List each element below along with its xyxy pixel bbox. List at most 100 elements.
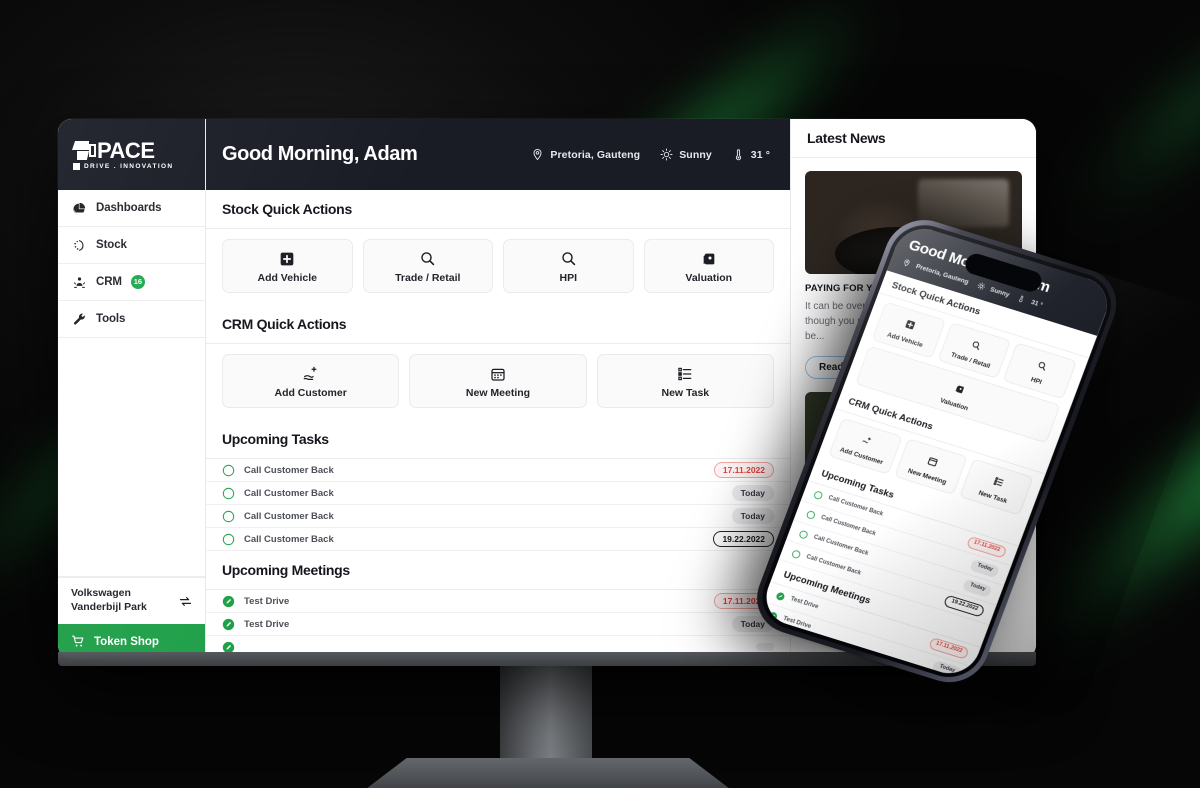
phone-quick-action-label: New Task [977,489,1009,506]
quick-action-label: New Task [661,387,710,399]
add-customer-button[interactable]: Add Customer [222,354,400,408]
crm-badge-count: 16 [130,275,145,289]
meeting-row[interactable]: Test Drive Today [206,613,790,636]
phone-quick-action-label: New Meeting [906,467,948,487]
calendar-icon [414,364,581,383]
dealer-name-line1: Volkswagen [71,587,131,600]
meeting-edit-icon [222,618,235,630]
task-due-badge: 17.11.2022 [713,461,774,479]
monitor-stand-base [362,758,734,788]
sidebar-item-label: Tools [96,313,126,325]
upcoming-meetings-title: Upcoming Meetings [206,551,790,590]
phone-quick-action-label: Add Vehicle [885,331,924,350]
location-chip[interactable]: Pretoria, Gauteng [531,148,640,161]
meeting-edit-icon [769,611,778,620]
weather-location: Pretoria, Gauteng [550,148,641,161]
new-task-button[interactable]: New Task [596,354,774,408]
new-meeting-button[interactable]: New Meeting [409,354,587,408]
task-circle-icon [814,490,823,499]
main-content: Good Morning, Adam Pretoria, Gauteng Sun… [206,119,791,659]
task-title: Call Customer Back [244,464,334,476]
task-list-icon [602,364,769,383]
sun-icon [660,148,673,161]
pace-logo-icon [72,141,96,160]
stock-quick-actions-row: Add Vehicle Trade / Retail HPI Valuation [206,229,790,305]
task-title: Call Customer Back [244,533,334,545]
task-circle-icon [222,487,235,499]
task-circle-icon [799,530,808,539]
sidebar-item-crm[interactable]: CRM 16 [58,264,205,301]
task-circle-icon [806,510,816,519]
page-title: Good Morning, Adam [222,143,418,165]
task-title: Call Customer Back [244,487,334,499]
calendar-icon [927,457,938,467]
weather-widget: Pretoria, Gauteng Sunny 31 ° [531,148,770,161]
meeting-edit-icon [222,595,235,607]
meeting-due-badge [756,643,774,651]
sidebar-spacer [58,338,205,578]
task-row[interactable]: Call Customer Back Today [206,482,790,505]
meeting-edit-icon [776,592,785,600]
crm-icon [74,276,85,288]
scene-background: PACE DRIVE . INNOVATION Dashboards Stock… [0,0,1200,788]
task-due-badge: 19.22.2022 [713,530,774,548]
swap-icon [179,596,192,606]
meeting-row[interactable]: Test Drive 17.11.2022 [206,590,790,613]
sidebar-item-dashboards[interactable]: Dashboards [58,190,205,227]
phone-quick-action-label: Trade / Retail [949,351,992,371]
upcoming-tasks-title: Upcoming Tasks [206,420,790,459]
task-row[interactable]: Call Customer Back 17.11.2022 [206,459,790,482]
weather-temperature: 31 ° [750,148,770,161]
task-row[interactable]: Call Customer Back Today [206,505,790,528]
task-row[interactable]: Call Customer Back 19.22.2022 [206,528,790,551]
quick-action-label: HPI [559,272,577,284]
search-icon [972,341,980,351]
logo-square-icon [73,162,80,170]
task-circle-icon [222,464,235,476]
phone-temperature-chip: 31 ° [1017,294,1044,309]
condition-chip: Sunny [660,148,712,161]
quick-action-label: New Meeting [465,387,531,399]
stock-icon [74,239,84,251]
phone-quick-action-label: HPI [1029,376,1043,387]
sidebar-item-label: Dashboards [96,202,162,214]
wrench-icon [74,313,85,324]
add-vehicle-button[interactable]: Add Vehicle [222,239,353,293]
meeting-title: Test Drive [244,618,290,630]
sidebar-item-tools[interactable]: Tools [58,301,205,338]
task-circle-icon [222,533,235,545]
background-light-streak [1060,0,1200,232]
brand-tagline: DRIVE . INNOVATION [84,162,174,170]
latest-news-title: Latest News [791,119,1036,158]
dashboard-icon [73,202,86,215]
sidebar-item-stock[interactable]: Stock [58,227,205,264]
dealer-switcher[interactable]: Volkswagen Vanderbijl Park [58,577,205,624]
quick-action-label: Valuation [685,272,733,284]
task-circle-icon [792,549,801,558]
phone-quick-action-label: Add Customer [838,446,885,467]
add-customer-icon [227,364,394,383]
quick-action-label: Add Customer [274,387,347,399]
top-header-bar: Good Morning, Adam Pretoria, Gauteng Sun… [206,119,790,190]
temperature-chip: 31 ° [732,148,770,161]
phone-task-due-badge: Today [969,559,1001,579]
add-customer-icon [862,437,872,444]
location-pin-icon [533,148,542,161]
brand-name: PACE [97,137,155,163]
plus-square-icon [905,320,916,330]
valuation-button[interactable]: Valuation [643,239,774,293]
phone-weather-condition: Sunny [989,285,1011,299]
search-icon [368,249,489,268]
crm-quick-actions-row: Add Customer New Meeting New Task [206,344,790,420]
valuation-icon [955,385,964,394]
phone-meeting-due-badge: Today [931,660,963,680]
stock-quick-actions-title: Stock Quick Actions [206,190,790,229]
task-due-badge: Today [731,507,774,525]
location-pin-icon [904,259,910,267]
phone-weather-temperature: 31 ° [1030,298,1044,309]
quick-action-label: Trade / Retail [395,272,461,284]
hpi-button[interactable]: HPI [503,239,634,293]
brand-logo[interactable]: PACE DRIVE . INNOVATION [58,119,205,190]
trade-retail-button[interactable]: Trade / Retail [362,239,493,293]
task-due-badge: Today [731,484,774,502]
